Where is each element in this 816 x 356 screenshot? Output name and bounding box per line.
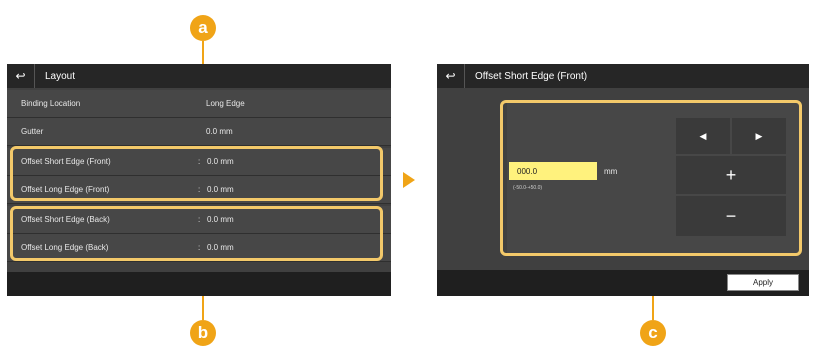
offset-header: ↩ Offset Short Edge (Front) [437, 64, 809, 88]
callout-b-label: b [197, 323, 209, 342]
apply-button[interactable]: Apply [727, 274, 799, 291]
row-gutter[interactable]: Gutter 0.0 mm [7, 118, 391, 146]
row-value: Long Edge [206, 99, 245, 108]
back-button[interactable]: ↩ [7, 64, 35, 88]
layout-header: ↩ Layout [7, 64, 391, 88]
highlight-front-offsets [10, 146, 383, 201]
apply-label: Apply [752, 278, 773, 287]
layout-bottom-bar [7, 272, 391, 296]
callout-c-label: c [648, 323, 658, 342]
callout-a-label: a [198, 18, 208, 37]
back-arrow-icon: ↩ [15, 69, 26, 83]
layout-title: Layout [45, 70, 76, 82]
highlight-back-offsets [10, 206, 383, 261]
highlight-adjust-panel [500, 100, 802, 256]
row-binding-location[interactable]: Binding Location Long Edge [7, 90, 391, 118]
transition-arrow-icon [403, 172, 415, 188]
callout-b: b [190, 320, 216, 346]
callout-a: a [190, 15, 216, 41]
row-label: Gutter [21, 127, 44, 136]
callout-c: c [640, 320, 666, 346]
back-arrow-icon: ↩ [445, 69, 456, 83]
back-button[interactable]: ↩ [437, 64, 465, 88]
row-value: 0.0 mm [206, 127, 233, 136]
offset-title: Offset Short Edge (Front) [475, 70, 588, 82]
row-label: Binding Location [21, 99, 81, 108]
